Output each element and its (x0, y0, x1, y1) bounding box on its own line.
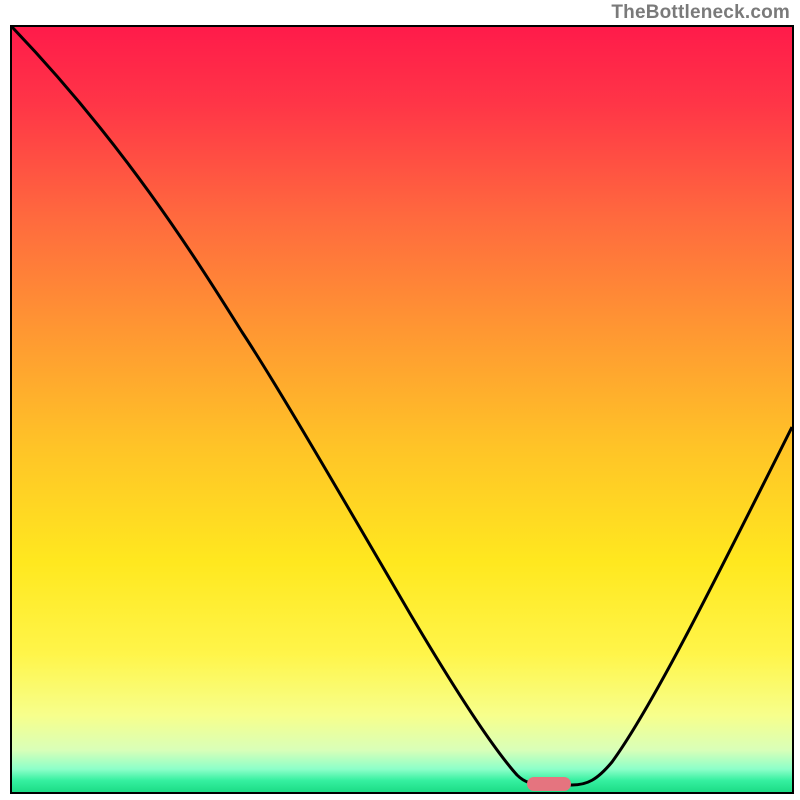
chart-frame (10, 25, 794, 794)
optimal-marker (527, 777, 571, 791)
watermark-text: TheBottleneck.com (611, 2, 790, 24)
bottleneck-curve (12, 27, 792, 792)
